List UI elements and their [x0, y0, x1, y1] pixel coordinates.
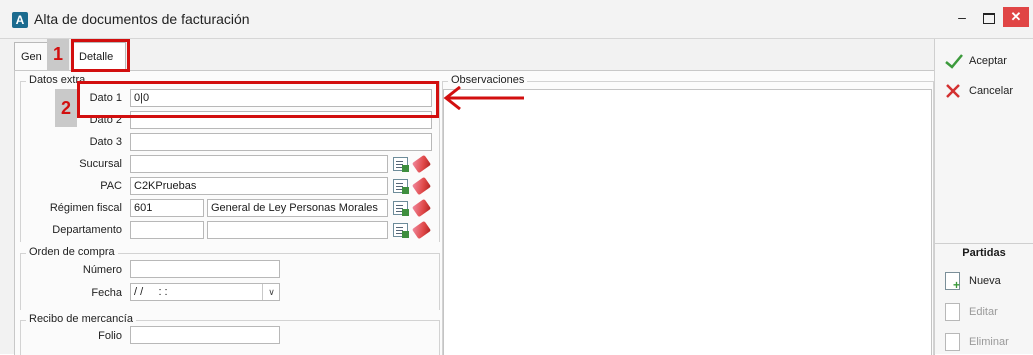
folio-input[interactable] [130, 326, 280, 344]
eliminar-label: Eliminar [969, 336, 1009, 348]
dato3-label: Dato 3 [89, 136, 122, 148]
new-document-icon: + [945, 272, 960, 291]
regimen-fiscal-code-input[interactable]: 601 [130, 199, 204, 217]
callout-1-box [71, 39, 130, 72]
sucursal-label: Sucursal [79, 158, 122, 170]
departamento-label: Departamento [52, 224, 122, 236]
editar-button[interactable]: Editar [942, 301, 1022, 323]
folio-label: Folio [98, 330, 122, 342]
departamento-lookup-icon[interactable] [393, 223, 409, 238]
check-icon [945, 54, 963, 69]
partidas-divider [935, 243, 1033, 244]
regimen-fiscal-label: Régimen fiscal [49, 202, 122, 214]
nueva-button[interactable]: + Nueva [942, 270, 1022, 292]
callout-2-badge: 2 [55, 89, 77, 127]
eliminar-button[interactable]: Eliminar [942, 331, 1022, 353]
delete-document-icon [945, 333, 960, 351]
minimize-button[interactable]: – [952, 8, 972, 28]
partidas-title: Partidas [962, 247, 1006, 259]
x-icon [946, 84, 960, 98]
departamento-code-input[interactable] [130, 221, 204, 239]
callout-arrow [443, 86, 524, 110]
pac-label: PAC [100, 180, 122, 192]
regimen-lookup-icon[interactable] [393, 201, 409, 216]
sucursal-input[interactable] [130, 155, 388, 173]
fecha-input[interactable]: / / : : [130, 283, 280, 301]
editar-label: Editar [969, 306, 998, 318]
maximize-icon [983, 13, 995, 24]
cancel-label: Cancelar [969, 85, 1014, 97]
recibo-mercancia-title: Recibo de mercancía [26, 313, 136, 325]
fecha-dropdown-icon[interactable]: ∨ [262, 284, 280, 300]
callout-1-badge: 1 [47, 39, 69, 70]
edit-document-icon [945, 303, 960, 321]
pac-lookup-icon[interactable] [393, 179, 409, 194]
close-button[interactable]: ✕ [1003, 7, 1029, 27]
maximize-button[interactable] [978, 8, 1000, 28]
observaciones-textarea[interactable] [443, 89, 932, 355]
app-icon: A [12, 12, 28, 28]
cancel-button[interactable]: Cancelar [942, 80, 1022, 102]
sucursal-lookup-icon[interactable] [393, 157, 409, 172]
dato3-input[interactable] [130, 133, 432, 151]
fecha-label: Fecha [91, 287, 122, 299]
numero-label: Número [82, 264, 122, 276]
callout-2-box [77, 81, 439, 118]
window-title: Alta de documentos de facturación [34, 11, 250, 27]
accept-button[interactable]: Aceptar [942, 50, 1022, 72]
numero-input[interactable] [130, 260, 280, 278]
nueva-label: Nueva [969, 275, 1001, 287]
pac-input[interactable]: C2KPruebas [130, 177, 388, 195]
accept-label: Aceptar [969, 55, 1007, 67]
orden-compra-title: Orden de compra [26, 246, 118, 258]
observaciones-title: Observaciones [448, 74, 528, 86]
departamento-desc-input[interactable] [207, 221, 388, 239]
regimen-fiscal-desc-input[interactable]: General de Ley Personas Morales [207, 199, 388, 217]
